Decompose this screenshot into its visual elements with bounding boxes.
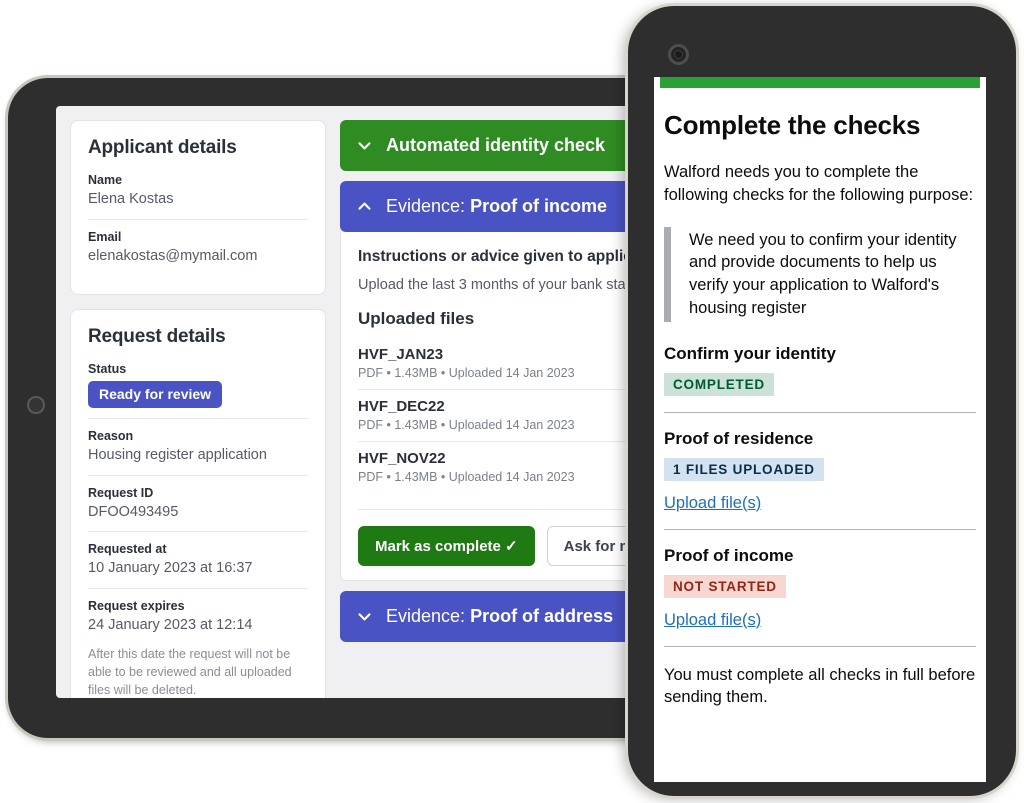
footer-note: You must complete all checks in full bef… [664, 645, 976, 710]
request-details-title: Request details [88, 325, 226, 347]
request-expires-label: Request expires [88, 599, 185, 614]
file-meta: PDF • 1.43MB • Uploaded 14 Jan 2023 [358, 366, 575, 380]
applicant-details-title: Applicant details [88, 137, 237, 158]
tablet-device: Applicant details Name Elena Kostas Emai… [8, 78, 668, 738]
requested-at-field: Requested at 10 January 2023 at 16:37 [88, 531, 308, 588]
accordion-address-title: Proof of address [470, 606, 614, 626]
instructions-text: Upload the last 3 months of your bank st… [358, 277, 658, 293]
request-details-card: Request details Status Ready for review … [70, 308, 326, 698]
accordion-identity-label: Automated identity check [386, 135, 606, 155]
intro-text: Walford needs you to complete the follow… [664, 163, 974, 204]
status-badge: COMPLETED [664, 372, 774, 396]
requested-at-label: Requested at [88, 542, 167, 557]
request-expires-value: 24 January 2023 at 12:14 [88, 617, 253, 634]
applicant-email-field: Email elenakostas@mymail.com [88, 218, 308, 276]
request-expiry-note: After this date the request will not be … [88, 647, 292, 698]
accordion-proof-of-address[interactable]: Evidence: Proof of address [340, 591, 658, 642]
instructions-heading: Instructions or advice given to applican… [358, 248, 656, 265]
uploaded-file-row[interactable]: HVF_DEC22 PDF • 1.43MB • Uploaded 14 Jan… [358, 389, 658, 441]
status-badge: 1 FILES UPLOADED [664, 457, 824, 481]
accordion-income-header[interactable]: Evidence: Proof of income [340, 181, 658, 232]
request-status-label: Status [88, 361, 127, 376]
check-item-proof-of-residence: Proof of residence 1 FILES UPLOADED Uplo… [664, 411, 976, 529]
status-badge: Ready for review [88, 380, 223, 408]
page-title: Complete the checks [664, 110, 921, 140]
accordion-income-body: Instructions or advice given to applican… [340, 232, 658, 581]
request-id-label: Request ID [88, 485, 154, 500]
check-title: Confirm your identity [664, 343, 836, 363]
accordion-proof-of-income: Evidence: Proof of income Instructions o… [340, 181, 658, 581]
file-meta: PDF • 1.43MB • Uploaded 14 Jan 2023 [358, 418, 575, 432]
file-name: HVF_JAN23 [358, 346, 444, 363]
check-title: Proof of residence [664, 428, 814, 448]
request-reason-label: Reason [88, 428, 134, 443]
inset-purpose: We need you to confirm your identity and… [664, 226, 976, 322]
applicant-email-value: elenakostas@mymail.com [88, 247, 258, 264]
request-id-value: DFOO493495 [88, 503, 179, 520]
phone-device: Complete the checks Walford needs you to… [628, 6, 1016, 796]
status-badge: NOT STARTED [664, 574, 786, 598]
file-meta: PDF • 1.43MB • Uploaded 14 Jan 2023 [358, 470, 575, 484]
applicant-name-label: Name [88, 173, 123, 187]
request-reason-value: Housing register application [88, 446, 267, 463]
uploaded-files-heading: Uploaded files [358, 309, 475, 328]
uploaded-file-row[interactable]: HVF_NOV22 PDF • 1.43MB • Uploaded 14 Jan… [358, 441, 658, 493]
tablet-screen: Applicant details Name Elena Kostas Emai… [56, 106, 658, 698]
check-title: Proof of income [664, 545, 794, 565]
file-name: HVF_NOV22 [358, 450, 446, 467]
accordion-address-prefix: Evidence: [386, 606, 471, 626]
file-name: HVF_DEC22 [358, 398, 445, 415]
request-reason-field: Reason Housing register application [88, 417, 308, 475]
evidence-actions: Mark as complete ✓ Ask for more document… [358, 509, 658, 566]
brand-accent-bar [660, 77, 980, 88]
accordion-income-prefix: Evidence: [386, 196, 471, 216]
tablet-home-button[interactable] [27, 396, 45, 414]
applicant-email-label: Email [88, 229, 122, 244]
uploaded-file-row[interactable]: HVF_JAN23 PDF • 1.43MB • Uploaded 14 Jan… [358, 338, 658, 389]
chevron-down-icon [358, 613, 371, 621]
inset-text: We need you to confirm your identity and… [689, 230, 957, 317]
request-expires-field: Request expires 24 January 2023 at 12:14… [88, 588, 308, 698]
applicant-details-card: Applicant details Name Elena Kostas Emai… [70, 120, 326, 295]
evidence-column: Automated identity check Evidence: Proof… [340, 120, 658, 642]
screenshot-stage: Applicant details Name Elena Kostas Emai… [0, 0, 1024, 803]
phone-screen: Complete the checks Walford needs you to… [654, 77, 986, 782]
check-item-proof-of-income: Proof of income NOT STARTED Upload file(… [664, 528, 976, 646]
phone-content: Complete the checks Walford needs you to… [654, 88, 986, 719]
upload-files-link[interactable]: Upload file(s) [664, 611, 761, 630]
request-status-field: Status Ready for review [88, 362, 308, 418]
camera-lens-icon [675, 51, 682, 58]
accordion-address-label: Evidence: Proof of address [386, 606, 613, 627]
accordion-income-title: Proof of income [470, 196, 608, 216]
accordion-income-label: Evidence: Proof of income [386, 196, 607, 217]
applicant-name-field: Name Elena Kostas [88, 173, 308, 219]
chevron-down-icon [358, 142, 371, 150]
mark-as-complete-button[interactable]: Mark as complete ✓ [358, 526, 535, 566]
chevron-up-icon [358, 202, 371, 210]
upload-files-link[interactable]: Upload file(s) [664, 494, 761, 513]
applicant-name-value: Elena Kostas [88, 191, 174, 207]
left-column: Applicant details Name Elena Kostas Emai… [70, 120, 326, 698]
request-id-field: Request ID DFOO493495 [88, 474, 308, 532]
accordion-automated-identity-check[interactable]: Automated identity check [340, 120, 658, 171]
requested-at-value: 10 January 2023 at 16:37 [88, 560, 253, 577]
check-item-confirm-identity: Confirm your identity COMPLETED [664, 344, 976, 412]
